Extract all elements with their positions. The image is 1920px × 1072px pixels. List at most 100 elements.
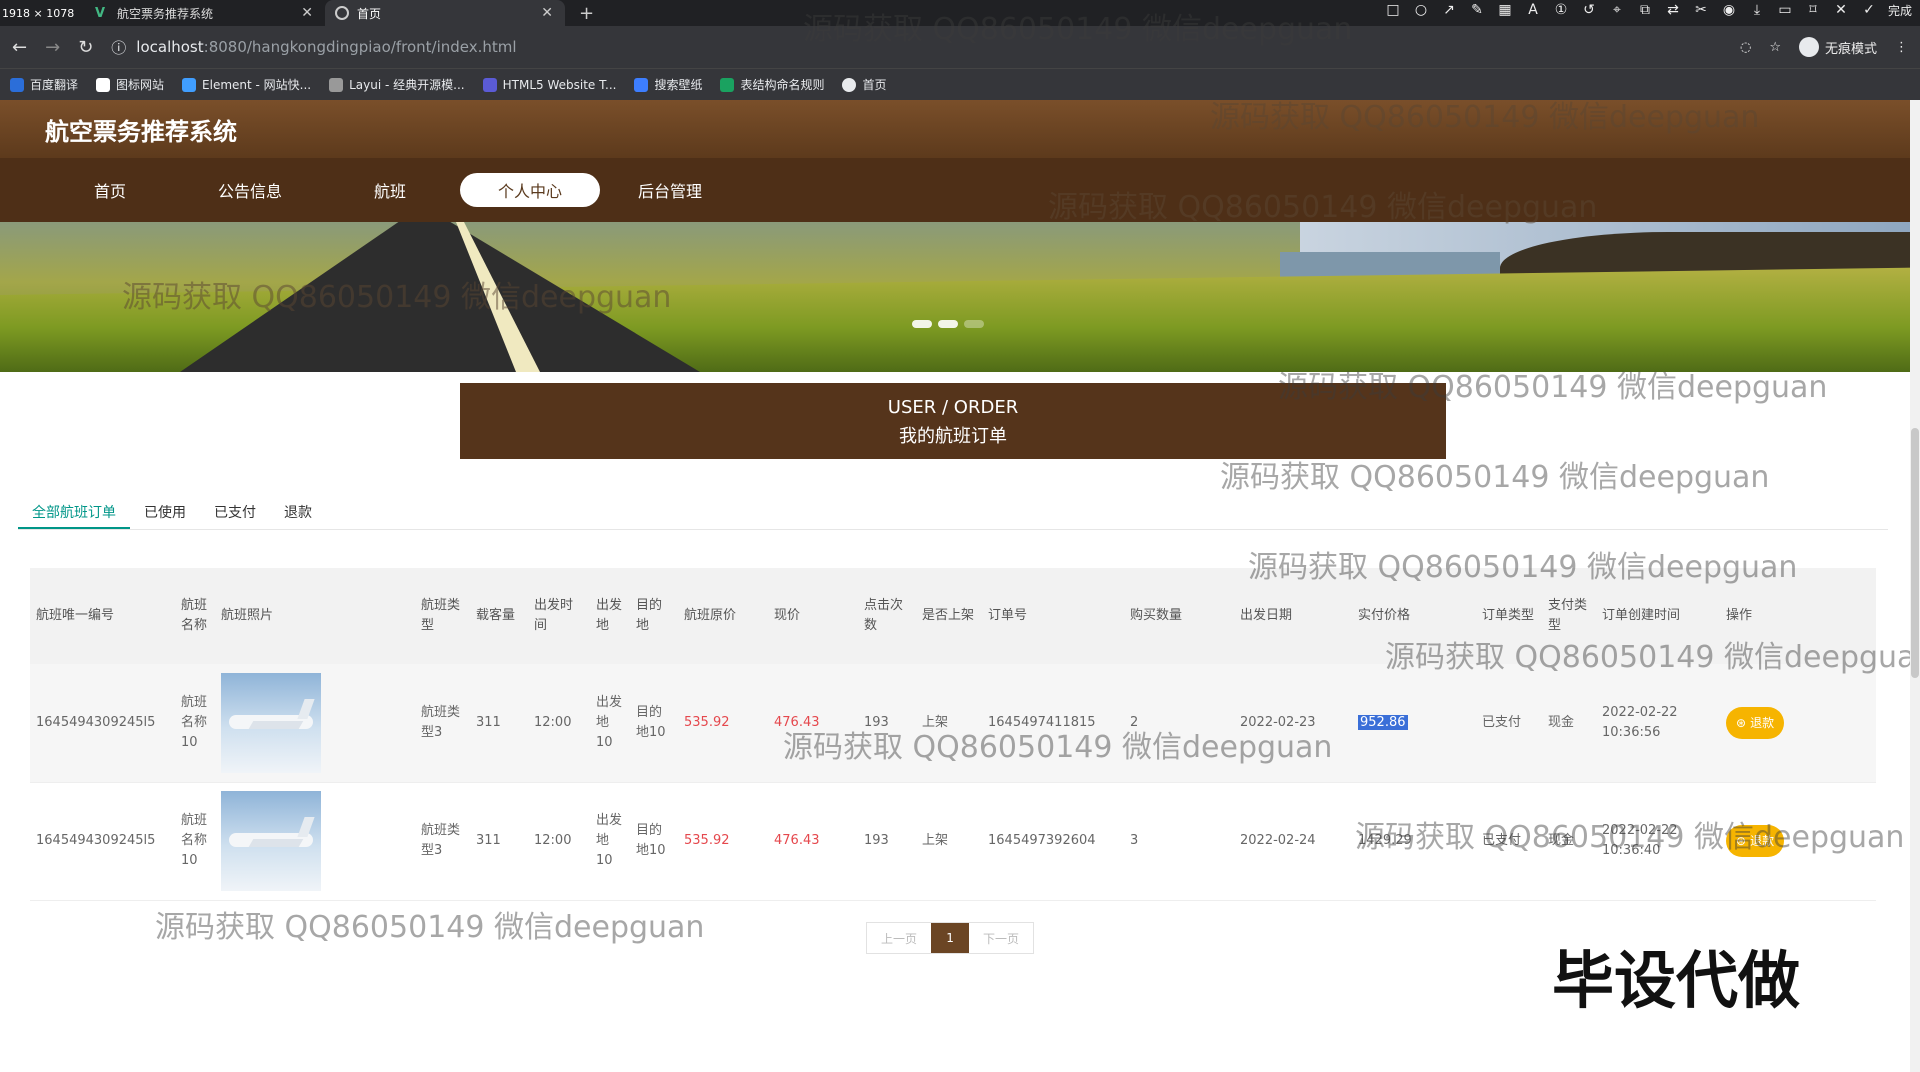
- carousel-dot[interactable]: [938, 320, 958, 328]
- download-icon[interactable]: ⤓: [1748, 2, 1766, 19]
- carousel-dot[interactable]: [912, 320, 932, 328]
- prev-page-button[interactable]: 上一页: [867, 923, 931, 953]
- rectangle-icon[interactable]: □: [1384, 2, 1402, 19]
- next-page-button[interactable]: 下一页: [969, 923, 1033, 953]
- new-tab-button[interactable]: +: [579, 3, 594, 24]
- tab-refund[interactable]: 退款: [270, 494, 326, 529]
- section-title-en: USER / ORDER: [887, 397, 1019, 418]
- quantity-cell: 2: [1130, 714, 1139, 730]
- vue-icon: V: [95, 6, 106, 21]
- bookmark-item[interactable]: 百度翻译: [10, 76, 78, 93]
- save-icon[interactable]: ▭: [1776, 2, 1794, 19]
- bookmark-item[interactable]: 图标网站: [96, 76, 164, 93]
- nav-admin[interactable]: 后台管理: [600, 173, 740, 207]
- order-number-cell: 1645497411815: [988, 714, 1096, 730]
- cancel-icon[interactable]: ✕: [1832, 2, 1850, 19]
- refund-button[interactable]: ⊛ 退款: [1726, 825, 1785, 857]
- forward-icon[interactable]: →: [45, 37, 60, 58]
- col-header: 订单创建时间: [1602, 608, 1681, 623]
- original-price-cell: 535.92: [684, 833, 730, 848]
- tack-icon[interactable]: ✂: [1692, 2, 1710, 19]
- reload-icon[interactable]: ↻: [78, 37, 93, 58]
- translate-icon[interactable]: ⇄: [1664, 2, 1682, 19]
- close-icon[interactable]: ✕: [301, 5, 313, 21]
- back-icon[interactable]: ←: [12, 37, 27, 58]
- col-header: 点击次数: [864, 598, 904, 633]
- main-nav: 首页 公告信息 航班 个人中心 后台管理: [0, 158, 1920, 222]
- departure-time-cell: 12:00: [534, 833, 572, 848]
- origin-cell: 出发地10: [596, 813, 623, 868]
- col-header: 航班名称: [181, 598, 208, 633]
- flight-photo[interactable]: [221, 791, 321, 891]
- clicks-cell: 193: [864, 714, 889, 730]
- ocr-icon[interactable]: ⧉: [1636, 2, 1654, 19]
- hero-banner: [0, 222, 1920, 372]
- record-icon[interactable]: ◉: [1720, 2, 1738, 19]
- eye-off-icon[interactable]: ◌: [1740, 40, 1751, 55]
- nav-flights[interactable]: 航班: [320, 173, 460, 207]
- mosaic-icon[interactable]: ▦: [1496, 2, 1514, 19]
- window-size-readout: 1918 × 1078: [2, 6, 75, 20]
- refund-button[interactable]: ⊛ 退款: [1726, 706, 1785, 739]
- pin-icon[interactable]: ⌖: [1608, 2, 1626, 19]
- carousel-dots: [912, 320, 984, 328]
- pen-icon[interactable]: ✎: [1468, 2, 1486, 19]
- menu-icon[interactable]: ⋮: [1895, 40, 1908, 55]
- tab-paid[interactable]: 已支付: [200, 494, 270, 529]
- col-header: 目的地: [636, 598, 663, 633]
- scrollbar[interactable]: [1910, 100, 1920, 1072]
- tab-all-orders[interactable]: 全部航班订单: [18, 494, 130, 529]
- close-icon[interactable]: ✕: [541, 5, 553, 21]
- number-icon[interactable]: ①: [1552, 2, 1570, 19]
- bookmark-favicon-icon: [329, 77, 344, 92]
- origin-cell: 出发地10: [596, 694, 623, 750]
- pagination: 上一页 1 下一页: [866, 922, 1035, 954]
- nav-home[interactable]: 首页: [40, 173, 180, 207]
- carousel-dot[interactable]: [964, 320, 984, 328]
- flight-photo[interactable]: [221, 672, 321, 773]
- col-header: 航班照片: [221, 608, 274, 623]
- section-title-cn: 我的航班订单: [899, 426, 1007, 447]
- order-type-cell: 已支付: [1482, 833, 1522, 848]
- flight-name-cell: 航班名称10: [181, 694, 208, 750]
- listed-cell: 上架: [922, 714, 949, 730]
- created-time-cell: 2022-02-22 10:36:56: [1602, 704, 1678, 740]
- current-page-button[interactable]: 1: [931, 923, 970, 953]
- circle-icon[interactable]: ○: [1412, 2, 1430, 19]
- bookmark-item[interactable]: 搜索壁纸: [634, 76, 702, 93]
- undo-icon[interactable]: ↺: [1580, 2, 1598, 19]
- done-button[interactable]: 完成: [1888, 2, 1912, 19]
- table-row: 1645494309245l5 航班名称10 航班类型3 311 12:00 出…: [30, 664, 1876, 782]
- bookmark-item[interactable]: Layui - 经典开源模...: [329, 76, 465, 93]
- info-icon[interactable]: ⓘ: [111, 37, 126, 58]
- bookmark-item[interactable]: 表结构命名规则: [720, 76, 824, 93]
- watermark-text: 源码获取 QQ86050149 微信deepguan: [155, 910, 705, 945]
- address-input[interactable]: ⓘ localhost:8080/hangkongdingpiao/front/…: [111, 37, 1722, 58]
- incognito-badge[interactable]: 无痕模式: [1798, 37, 1877, 57]
- bookmark-item[interactable]: 首页: [842, 76, 887, 93]
- star-icon[interactable]: ☆: [1769, 40, 1781, 55]
- col-header: 操作: [1726, 608, 1753, 623]
- bookmark-item[interactable]: Element - 网站快...: [182, 76, 311, 93]
- annotation-toolbar: □ ○ ↗ ✎ ▦ A ① ↺ ⌖ ⧉ ⇄ ✂ ◉ ⤓ ▭ ⌑ ✕ ✓ 完成: [1384, 2, 1912, 19]
- tab-strip: 1918 × 1078 V 航空票务推荐系统 ✕ 首页 ✕ + □ ○ ↗ ✎ …: [0, 0, 1920, 26]
- capacity-cell: 311: [476, 833, 501, 848]
- refund-icon: ⊛: [1736, 834, 1747, 848]
- col-header: 是否上架: [922, 608, 975, 623]
- text-icon[interactable]: A: [1524, 2, 1542, 19]
- tab-admin[interactable]: V 航空票务推荐系统 ✕: [85, 0, 325, 26]
- quantity-cell: 3: [1130, 833, 1139, 848]
- tab-used[interactable]: 已使用: [130, 494, 200, 529]
- bookmark-favicon-icon: [10, 77, 24, 92]
- scrollbar-thumb[interactable]: [1911, 428, 1919, 678]
- bookmark-item[interactable]: HTML5 Website T...: [482, 77, 616, 92]
- col-header: 现价: [774, 608, 801, 623]
- arrow-icon[interactable]: ↗: [1440, 2, 1458, 19]
- col-header: 出发地: [596, 598, 623, 633]
- bookmark-icon[interactable]: ⌑: [1804, 2, 1822, 19]
- nav-announcements[interactable]: 公告信息: [180, 173, 320, 207]
- original-price-cell: 535.92: [684, 714, 730, 730]
- tab-home[interactable]: 首页 ✕: [325, 0, 565, 26]
- pay-type-cell: 现金: [1548, 833, 1575, 848]
- nav-personal-center[interactable]: 个人中心: [460, 173, 600, 207]
